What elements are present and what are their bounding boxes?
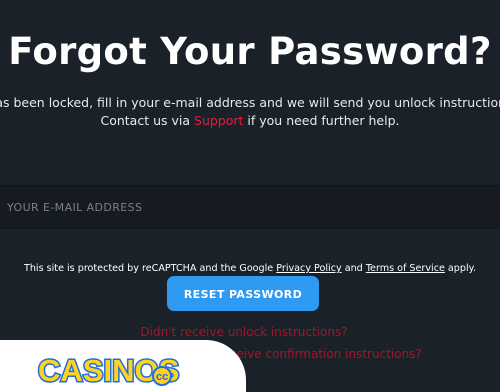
recaptcha-notice: This site is protected by reCAPTCHA and … xyxy=(0,263,500,274)
instructions-line-2: Contact us via Support if you need furth… xyxy=(0,113,500,128)
email-field[interactable] xyxy=(0,186,480,228)
reset-password-button[interactable]: RESET PASSWORD xyxy=(167,276,319,311)
unlock-instructions-link[interactable]: Didn't receive unlock instructions? xyxy=(0,325,494,339)
instructions-line-1: has been locked, fill in your e-mail add… xyxy=(0,95,500,110)
recaptcha-text: This site is protected by reCAPTCHA and … xyxy=(23,263,277,274)
recaptcha-apply: apply. xyxy=(444,263,477,274)
support-link[interactable]: Support xyxy=(194,113,243,128)
contact-prefix: Contact us via xyxy=(100,113,195,128)
terms-of-service-link[interactable]: Terms of Service xyxy=(366,263,445,274)
svg-text:cc: cc xyxy=(156,371,168,383)
recaptcha-and: and xyxy=(341,263,366,274)
privacy-policy-link[interactable]: Privacy Policy xyxy=(276,263,341,274)
email-field-container xyxy=(0,185,500,229)
casinos-cc-logo-icon: CASINOS cc xyxy=(37,352,181,389)
page-title: Forgot Your Password? xyxy=(8,30,492,73)
instructions-text: has been locked, fill in your e-mail add… xyxy=(0,95,500,110)
contact-suffix: if you need further help. xyxy=(243,113,400,128)
casinos-cc-logo: CASINOS cc xyxy=(36,350,186,389)
